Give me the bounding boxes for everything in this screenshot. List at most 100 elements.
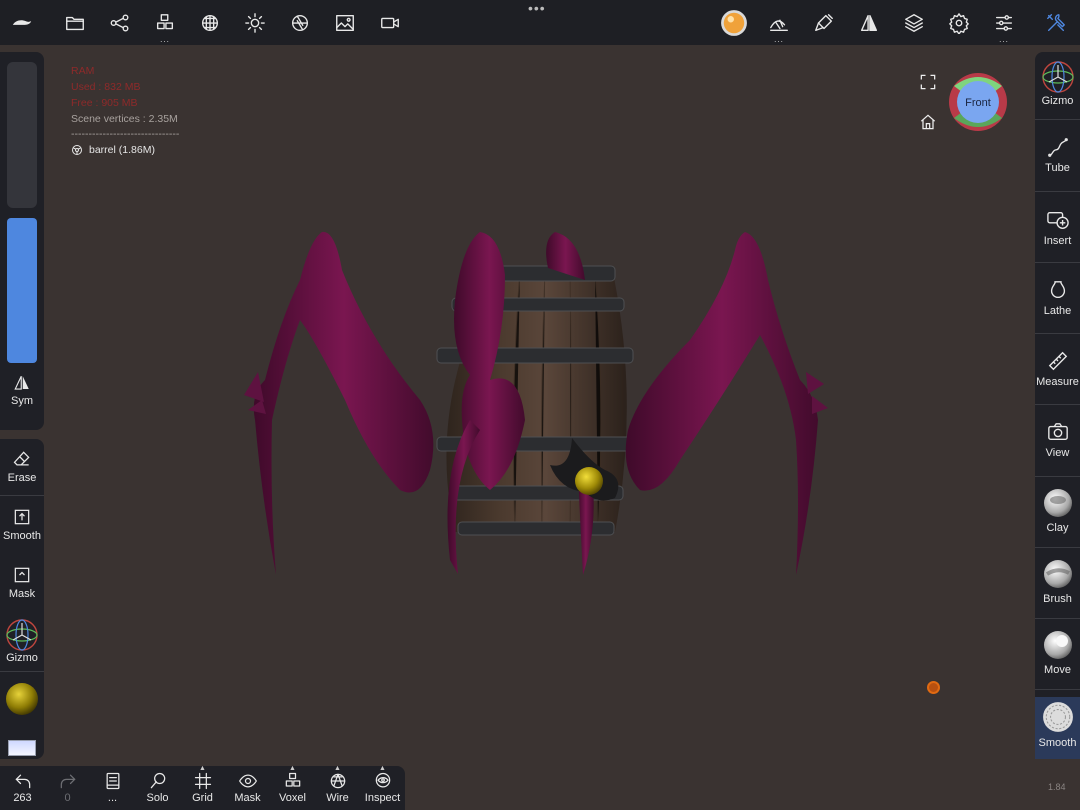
material-color-button[interactable]: [0, 682, 44, 719]
gizmo-icon: [1041, 61, 1074, 93]
camera-icon: [1047, 423, 1068, 441]
tool-label: Move: [1044, 664, 1071, 676]
material-sphere-icon: [6, 683, 38, 715]
smooth-shortcut-icon: [14, 509, 30, 525]
history-button[interactable]: ...: [90, 766, 135, 810]
caret-icon: ▲: [379, 765, 386, 772]
object-visibility-icon[interactable]: [71, 144, 83, 156]
tool-label: Insert: [1043, 235, 1072, 247]
tool-label: Gizmo: [1041, 95, 1074, 107]
stats-separator: -------------------------------: [71, 128, 180, 140]
solo-button[interactable]: Solo: [135, 766, 180, 810]
mask-label: Mask: [234, 792, 261, 804]
gizmo-label: Gizmo: [6, 652, 38, 664]
grid-icon: [194, 772, 211, 790]
symmetry-icon: [14, 376, 29, 390]
undo-icon: [15, 774, 30, 789]
undo-button[interactable]: 263: [0, 766, 45, 810]
orientation-gizmo[interactable]: Front: [948, 72, 1008, 132]
scene-vertices: Scene vertices : 2.35M: [71, 113, 178, 125]
mask-label: Mask: [8, 588, 36, 600]
radius-slider[interactable]: [7, 62, 37, 208]
right-tool-panel: Gizmo Tube Insert Lathe Measure View Cla…: [1035, 52, 1080, 759]
ram-label: RAM: [71, 65, 95, 77]
bottom-toolbar: 263 0 ... Solo ▲ Grid Mask ▲ Voxel ▲ Wir…: [0, 765, 405, 810]
inspect-button[interactable]: ▲ Inspect: [360, 765, 405, 810]
tool-label: Smooth: [1038, 737, 1077, 749]
tool-view[interactable]: View: [1035, 421, 1080, 459]
tool-label: Lathe: [1043, 305, 1072, 317]
tool-tube[interactable]: Tube: [1035, 136, 1080, 174]
gizmo-icon: [6, 619, 38, 651]
insert-add-icon: [1046, 211, 1069, 229]
tool-gizmo[interactable]: Gizmo: [1035, 60, 1080, 110]
alpha-preview: [8, 740, 36, 756]
mask-button[interactable]: Mask: [0, 565, 44, 600]
smooth-label: Smooth: [3, 530, 41, 542]
tool-smooth[interactable]: Smooth: [1035, 697, 1080, 759]
caret-icon: ▲: [334, 765, 341, 772]
smooth-sphere-icon: [1042, 702, 1073, 732]
eye-icon: [238, 774, 257, 788]
version-label: 1.84: [1048, 782, 1066, 792]
move-sphere-icon: [1043, 631, 1072, 659]
stats-overlay: RAM Used : 832 MB Free : 905 MB Scene ve…: [71, 63, 179, 158]
tool-brush[interactable]: Brush: [1035, 559, 1080, 605]
object-name: barrel (1.86M): [89, 144, 155, 156]
wireframe-icon: [330, 773, 345, 789]
sym-button[interactable]: Sym: [0, 374, 44, 407]
brush-sphere-icon: [1043, 560, 1072, 588]
tool-insert[interactable]: Insert: [1035, 209, 1080, 247]
selected-object[interactable]: barrel (1.86M): [71, 142, 179, 158]
caret-icon: ▲: [289, 765, 296, 772]
caret-icon: ▲: [199, 765, 206, 772]
tool-label: View: [1045, 447, 1070, 459]
redo-button[interactable]: 0: [45, 766, 90, 810]
fullscreen-icon[interactable]: [918, 72, 938, 92]
book-icon: [106, 772, 119, 790]
erase-button[interactable]: Erase: [0, 449, 44, 484]
intensity-slider[interactable]: [7, 218, 37, 363]
voxel-cubes-icon: [285, 772, 300, 787]
tool-label: Tube: [1045, 162, 1070, 174]
inspect-label: Inspect: [364, 792, 401, 804]
gizmo-face-label: Front: [965, 97, 991, 109]
tool-clay[interactable]: Clay: [1035, 488, 1080, 534]
mask-shortcut-icon: [14, 567, 30, 583]
voxel-button[interactable]: ▲ Voxel: [270, 765, 315, 810]
wire-button[interactable]: ▲ Wire: [315, 765, 360, 810]
redo-icon: [60, 774, 75, 789]
ram-used: Used : 832 MB: [71, 81, 141, 93]
left-slider-panel: Sym: [0, 52, 44, 430]
clay-sphere-icon: [1043, 489, 1072, 517]
home-icon[interactable]: [918, 112, 938, 132]
smooth-button[interactable]: Smooth: [0, 507, 44, 542]
eraser-icon: [13, 451, 30, 466]
redo-count: 0: [64, 792, 71, 804]
tool-label: Brush: [1043, 593, 1072, 605]
tool-label: Clay: [1046, 522, 1069, 534]
ram-free: Free : 905 MB: [71, 97, 138, 109]
erase-label: Erase: [7, 472, 37, 484]
light-handle[interactable]: [927, 681, 940, 694]
wire-label: Wire: [326, 792, 349, 804]
more-indicator: ...: [107, 792, 118, 804]
tool-measure[interactable]: Measure: [1035, 350, 1080, 388]
inspect-icon: [375, 772, 390, 788]
voxel-label: Voxel: [279, 792, 306, 804]
tool-move[interactable]: Move: [1035, 630, 1080, 676]
ruler-icon: [1048, 351, 1067, 371]
grid-label: Grid: [192, 792, 213, 804]
grid-button[interactable]: ▲ Grid: [180, 765, 225, 810]
lathe-vase-icon: [1050, 281, 1065, 299]
tube-curve-icon: [1047, 138, 1068, 157]
tool-lathe[interactable]: Lathe: [1035, 279, 1080, 317]
sym-label: Sym: [11, 395, 33, 407]
mask-visibility-button[interactable]: Mask: [225, 766, 270, 810]
tool-label: Measure: [1036, 376, 1079, 388]
left-tool-panel: Erase Smooth Mask Gizmo: [0, 439, 44, 759]
undo-count: 263: [13, 792, 32, 804]
gizmo-button[interactable]: Gizmo: [0, 618, 44, 667]
search-icon: [150, 772, 165, 789]
alpha-preview-button[interactable]: [0, 740, 44, 756]
